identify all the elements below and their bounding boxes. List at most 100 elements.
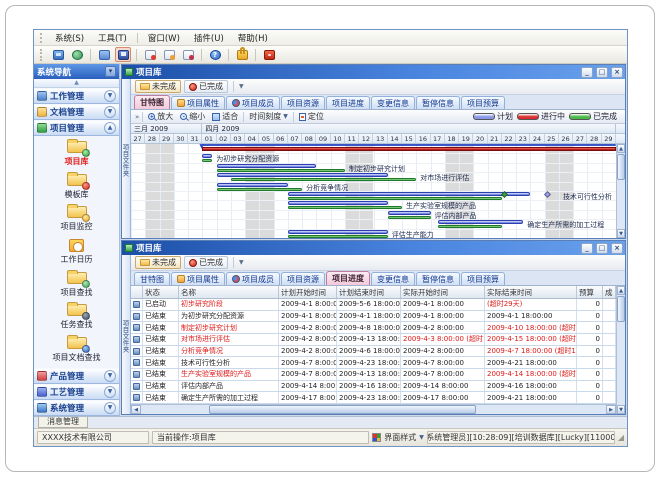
expand-arrow-icon[interactable]: ▼ bbox=[104, 106, 116, 118]
gantt-window-titlebar[interactable]: 项目库 _ □ × bbox=[122, 65, 625, 79]
plan-bar[interactable] bbox=[288, 192, 531, 196]
gantt-tab-2[interactable]: 项目成员 bbox=[226, 96, 280, 109]
table-tab-6[interactable]: 暂停信息 bbox=[416, 272, 460, 285]
table-row[interactable]: 已结束分析竞争情况2009-4-2 8:00:002009-4-6 18:00:… bbox=[131, 346, 616, 358]
sidebar-group-system[interactable]: 系统管理▼ bbox=[34, 400, 119, 416]
gantt-tab-6[interactable]: 暂停信息 bbox=[416, 96, 460, 109]
sidebar-group-product[interactable]: 产品管理▼ bbox=[34, 368, 119, 384]
minimize-button[interactable]: _ bbox=[581, 243, 593, 254]
scrollbar-thumb[interactable] bbox=[617, 296, 625, 322]
table-tab-1[interactable]: 项目属性 bbox=[171, 272, 225, 285]
scroll-up-icon[interactable]: ▲ bbox=[617, 286, 625, 295]
milestone-icon[interactable] bbox=[544, 191, 551, 198]
expand-arrow-icon[interactable]: ▼ bbox=[104, 90, 116, 102]
expand-arrow-icon[interactable]: ▼ bbox=[104, 402, 116, 414]
sidebar-menu-button[interactable]: ▾ bbox=[105, 66, 116, 77]
plan-bar[interactable] bbox=[217, 173, 388, 177]
exit-button[interactable] bbox=[261, 47, 277, 62]
plan-bar[interactable] bbox=[388, 211, 431, 215]
toolbar-overflow-icon[interactable]: » bbox=[135, 113, 139, 121]
column-header-6[interactable]: 实际结束时间 bbox=[485, 286, 577, 298]
plan-bar[interactable] bbox=[217, 183, 288, 187]
zoom-in-button[interactable]: +放大 bbox=[146, 111, 175, 122]
column-header-3[interactable]: 计划开始时间 bbox=[279, 286, 337, 298]
table-filter-unfinished[interactable]: 未完成 bbox=[135, 256, 181, 269]
table-row[interactable]: 已结束评估内部产品2009-4-14 8:00:002009-4-16 18:0… bbox=[131, 381, 616, 393]
plan-bar[interactable] bbox=[288, 201, 388, 205]
scrollbar-thumb[interactable] bbox=[617, 154, 625, 180]
timescale-dropdown[interactable]: 时间刻度▼ bbox=[247, 111, 290, 122]
scroll-down-icon[interactable]: ▼ bbox=[617, 229, 625, 238]
doc-edit-button[interactable] bbox=[161, 47, 177, 62]
table-tab-3[interactable]: 项目资源 bbox=[281, 272, 325, 285]
table-row[interactable]: 已结束确定生产所需的加工过程2009-4-17 8:00:002009-4-23… bbox=[131, 392, 616, 404]
sidebar-item-5[interactable]: 任务查找 bbox=[34, 304, 119, 330]
table-row[interactable]: 已结束制定初步研究计划2009-4-2 8:00:002009-4-8 18:0… bbox=[131, 322, 616, 334]
gantt-tab-7[interactable]: 项目预算 bbox=[461, 96, 505, 109]
close-button[interactable]: × bbox=[611, 243, 623, 254]
plan-bar[interactable] bbox=[202, 154, 212, 158]
plan-bar[interactable] bbox=[288, 230, 388, 234]
gantt-tab-1[interactable]: 项目属性 bbox=[171, 96, 225, 109]
table-row[interactable]: 已结束对市场进行评估2009-4-2 8:00:002009-4-13 18:0… bbox=[131, 334, 616, 346]
menu-item-1[interactable]: 工具(T) bbox=[91, 31, 134, 45]
sidebar-group-docs[interactable]: 文档管理▼ bbox=[34, 104, 119, 120]
table-vertical-scrollbar[interactable]: ▲ ▼ bbox=[616, 286, 625, 414]
sidebar-item-0[interactable]: 项目库 bbox=[34, 141, 119, 167]
lock-button[interactable] bbox=[234, 47, 250, 62]
sidebar-item-3[interactable]: 工作日历 bbox=[34, 239, 119, 265]
gantt-tab-4[interactable]: 项目进度 bbox=[326, 96, 370, 109]
doc-locate-button[interactable] bbox=[180, 47, 196, 62]
expand-arrow-icon[interactable]: ▼ bbox=[104, 370, 116, 382]
table-row[interactable]: 已结束技术可行性分析2009-4-7 8:00:002009-4-23 18:0… bbox=[131, 357, 616, 369]
open-folder-button[interactable] bbox=[96, 47, 112, 62]
column-header-5[interactable]: 实际开始时间 bbox=[401, 286, 485, 298]
close-button[interactable]: × bbox=[611, 67, 623, 78]
sidebar-item-2[interactable]: 项目监控 bbox=[34, 206, 119, 232]
table-horizontal-scrollbar[interactable]: ◀ ▶ bbox=[131, 404, 616, 414]
locate-button[interactable]: 定位 bbox=[297, 111, 326, 122]
network-button[interactable] bbox=[69, 47, 85, 62]
zoom-out-button[interactable]: -缩小 bbox=[178, 111, 207, 122]
plan-bar[interactable] bbox=[217, 164, 317, 168]
sidebar-item-4[interactable]: 项目查找 bbox=[34, 272, 119, 298]
summary-plan-bar[interactable] bbox=[202, 144, 616, 146]
gantt-filter-unfinished[interactable]: 未完成 bbox=[135, 80, 181, 93]
plan-bar[interactable] bbox=[438, 220, 524, 224]
overflow-chevron-icon[interactable]: ▼ bbox=[239, 83, 244, 90]
expand-arrow-icon[interactable]: ▼ bbox=[104, 386, 116, 398]
table-row[interactable]: 已启动初步研究阶段2009-4-1 8:00:002009-5-6 18:00:… bbox=[131, 299, 616, 311]
gantt-tab-5[interactable]: 变更信息 bbox=[371, 96, 415, 109]
table-row[interactable]: 已结束生产实验室规模的产品2009-4-7 8:00:002009-4-13 1… bbox=[131, 369, 616, 381]
column-header-1[interactable]: 状态 bbox=[143, 286, 179, 298]
table-tab-5[interactable]: 变更信息 bbox=[371, 272, 415, 285]
gantt-tab-3[interactable]: 项目资源 bbox=[281, 96, 325, 109]
column-header-7[interactable]: 预算 bbox=[577, 286, 603, 298]
sidebar-group-project[interactable]: 项目管理 ▲ bbox=[34, 120, 119, 136]
table-tab-0[interactable]: 甘特图 bbox=[134, 272, 170, 285]
sidebar-group-work[interactable]: 工作管理▼ bbox=[34, 88, 119, 104]
sidebar-item-6[interactable]: 项目文档查找 bbox=[34, 337, 119, 363]
sidebar-group-process[interactable]: 工艺管理▼ bbox=[34, 384, 119, 400]
scroll-down-icon[interactable]: ▼ bbox=[617, 405, 625, 414]
sidebar-item-1[interactable]: 模板库 bbox=[34, 174, 119, 200]
scrollbar-thumb[interactable] bbox=[209, 405, 476, 414]
gantt-tab-0[interactable]: 甘特图 bbox=[134, 95, 170, 109]
menu-item-2[interactable]: 窗口(W) bbox=[141, 31, 187, 45]
folder-side-tab[interactable]: 项目文件夹 bbox=[122, 79, 131, 238]
overflow-chevron-icon[interactable]: ▼ bbox=[239, 259, 244, 266]
gantt-filter-finished[interactable]: 已完成 bbox=[184, 80, 228, 93]
menu-item-3[interactable]: 插件(U) bbox=[187, 31, 231, 45]
scroll-right-icon[interactable]: ▶ bbox=[606, 405, 616, 414]
restore-button[interactable]: □ bbox=[596, 243, 608, 254]
help-button[interactable]: ? bbox=[207, 47, 223, 62]
gantt-vertical-scrollbar[interactable]: ▲ ▼ bbox=[616, 144, 625, 238]
system-button[interactable] bbox=[50, 47, 66, 62]
message-manager-tab[interactable]: 消息管理 bbox=[38, 417, 88, 428]
save-button[interactable] bbox=[115, 47, 131, 62]
ui-style-dropdown[interactable]: 界面样式 ▼ bbox=[372, 432, 424, 443]
done-bar[interactable] bbox=[288, 235, 388, 238]
scroll-up-icon[interactable]: ▲ bbox=[617, 144, 625, 153]
column-header-8[interactable]: 成 bbox=[603, 286, 616, 298]
table-tab-2[interactable]: 项目成员 bbox=[226, 272, 280, 285]
